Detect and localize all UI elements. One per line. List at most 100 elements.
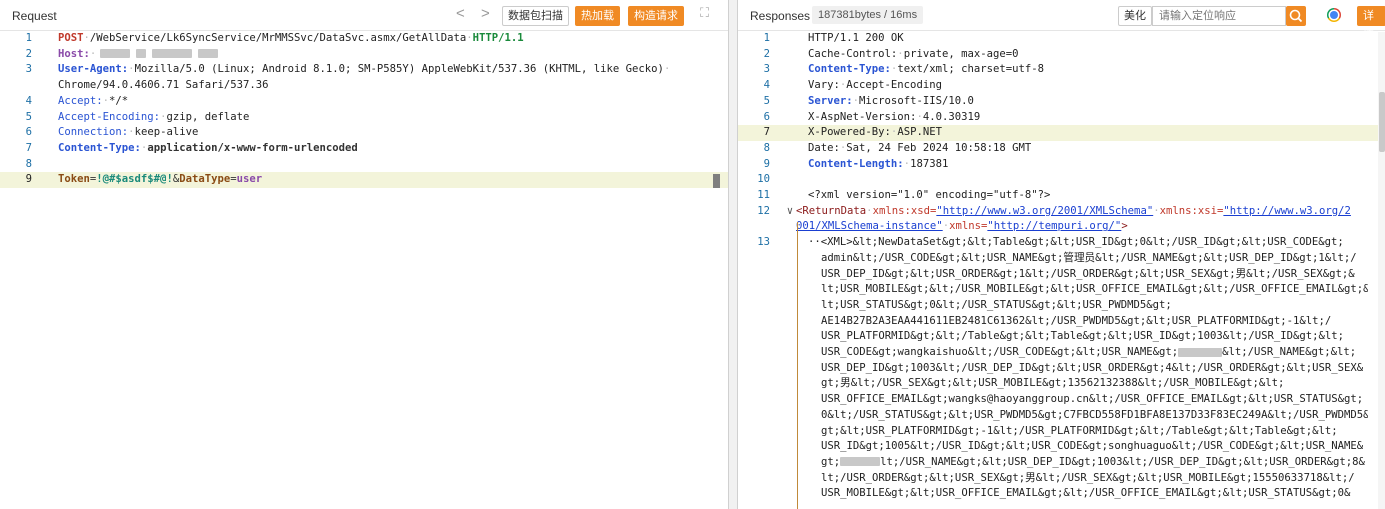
vertical-scrollbar[interactable]: [1378, 32, 1385, 509]
xml-body-line: admin&lt;/USR_CODE&gt;&lt;USR_NAME&gt;管理…: [821, 251, 1357, 264]
header-value: application/x-www-form-urlencoded: [147, 141, 358, 154]
body-param-key: Token: [58, 173, 90, 186]
response-toolbar: Responses 187381bytes / 16ms 美化 详情: [738, 0, 1385, 42]
header-key: Date:: [808, 141, 840, 154]
line-number: 6: [25, 126, 32, 139]
header-value: Microsoft-IIS/10.0: [859, 94, 974, 107]
code-line: 1 POST·/WebService/Lk6SyncService/MrMMSS…: [0, 31, 728, 47]
redacted-name: [840, 457, 881, 467]
line-number: 12: [757, 204, 770, 217]
xml-body-line: gt;男&lt;/USR_SEX&gt;&lt;USR_MOBILE&gt;13…: [821, 377, 1285, 390]
header-value: Sat, 24 Feb 2024 10:58:18 GMT: [846, 141, 1032, 154]
header-key: Accept:: [58, 94, 103, 107]
code-line: 2 Cache-Control:·private, max-age=0: [738, 47, 1385, 63]
code-line: 10: [738, 172, 1385, 188]
response-editor[interactable]: 1 HTTP/1.1 200 OK 2 Cache-Control:·private…: [738, 31, 1385, 509]
code-line: 6 Connection:·keep-alive: [0, 125, 728, 141]
header-key: Content-Type:: [58, 141, 141, 154]
header-key: X-AspNet-Version:: [808, 110, 917, 123]
xml-body-line: ··<XML>&lt;NewDataSet&gt;&lt;Table&gt;&l…: [808, 236, 1344, 249]
body-param-value: !@#$asdf$#@!: [96, 173, 173, 186]
line-number: 7: [763, 126, 770, 139]
xml-body-line: gt;: [821, 455, 841, 468]
header-value: keep-alive: [134, 126, 199, 139]
xml-body: ··<XML>&lt;NewDataSet&gt;&lt;Table&gt;&l…: [808, 235, 1368, 502]
xml-url[interactable]: "http://tempuri.org/": [987, 220, 1121, 232]
code-line: 8: [0, 157, 728, 173]
header-value: ASP.NET: [897, 126, 942, 139]
xml-body-line: USR_PLATFORMID&gt;&lt;/Table&gt;&lt;Tabl…: [821, 330, 1344, 343]
header-key: X-Powered-By:: [808, 126, 891, 139]
line-number: 9: [25, 173, 32, 186]
request-toolbar: Request < > 数据包扫描 热加载 构造请求 ⛶: [0, 0, 728, 31]
line-number: 1: [25, 32, 32, 44]
header-key: Host:: [58, 47, 90, 60]
xml-tag: <ReturnData: [796, 204, 867, 217]
chrome-icon[interactable]: [1327, 8, 1341, 22]
code-line: 12 ∨ <ReturnData·xmlns:xsd="http://www.w…: [738, 204, 1385, 235]
line-number: 4: [763, 79, 770, 92]
beautify-button[interactable]: 美化: [1118, 6, 1152, 26]
request-path: /WebService/Lk6SyncService/MrMMSSvc/Data…: [89, 32, 467, 44]
hot-load-button[interactable]: 热加载: [575, 6, 620, 26]
prev-arrow-icon[interactable]: <: [456, 5, 465, 23]
pane-splitter[interactable]: [729, 0, 737, 509]
header-value: 187381: [910, 157, 949, 170]
request-title: Request: [12, 9, 57, 23]
code-line: 3 Content-Type:·text/xml; charset=utf-8: [738, 62, 1385, 78]
search-button[interactable]: [1286, 6, 1306, 26]
xml-attr: xmlns=: [949, 220, 988, 233]
status-line: HTTP/1.1 200 OK: [808, 32, 904, 44]
next-arrow-icon[interactable]: >: [481, 5, 490, 23]
line-number: 7: [25, 141, 32, 154]
response-title: Responses: [750, 9, 811, 23]
header-key: Cache-Control:: [808, 47, 898, 60]
code-line-current: 7 X-Powered-By:·ASP.NET: [738, 125, 1385, 141]
redacted-host: [136, 49, 147, 59]
redacted-host: [152, 49, 193, 59]
header-value: Chrome/94.0.4606.71 Safari/537.36: [58, 79, 269, 92]
xml-body-line: lt;USR_MOBILE&gt;&lt;/USR_MOBILE&gt;&lt;…: [821, 283, 1368, 296]
line-number: 8: [763, 141, 770, 154]
header-value: gzip, deflate: [166, 110, 250, 123]
code-line: 3 User-Agent:·Mozilla/5.0 (Linux; Androi…: [0, 62, 728, 78]
scrollbar-thumb[interactable]: [1379, 92, 1385, 152]
line-number: 1: [763, 32, 770, 44]
line-number: 2: [25, 47, 32, 60]
xml-body-line: lt;/USR_NAME&gt;&lt;USR_DEP_ID&gt;1003&l…: [880, 455, 1365, 468]
xml-url[interactable]: "http://www.w3.org/2001/XMLSchema": [936, 205, 1153, 217]
xml-body-line: lt;/USR_ORDER&gt;&lt;USR_SEX&gt;男&lt;/US…: [821, 471, 1355, 484]
line-number: 9: [763, 157, 770, 170]
code-line: 4 Accept:·*/*: [0, 94, 728, 110]
details-button[interactable]: 详情: [1357, 6, 1385, 42]
line-number: 3: [25, 63, 32, 76]
code-line: 11 <?xml version="1.0" encoding="utf-8"?>: [738, 188, 1385, 204]
header-key: Accept-Encoding:: [58, 110, 161, 123]
code-line-current: 9 Token=!@#$asdf$#@!&DataType=user: [0, 172, 728, 189]
code-line: 8 Date:·Sat, 24 Feb 2024 10:58:18 GMT: [738, 141, 1385, 157]
xml-body-line: lt;USR_STATUS&gt;0&lt;/USR_STATUS&gt;&lt…: [821, 298, 1172, 311]
xml-tag: >: [1121, 220, 1128, 233]
packet-scan-button[interactable]: 数据包扫描: [502, 6, 569, 26]
header-key: Connection:: [58, 126, 129, 139]
header-value: text/xml; charset=utf-8: [897, 63, 1045, 76]
header-value: private, max-age=0: [903, 47, 1019, 60]
header-key: Server:: [808, 94, 853, 107]
code-line: 9 Content-Length:·187381: [738, 157, 1385, 173]
request-pane: Request < > 数据包扫描 热加载 构造请求 ⛶ 1 POST·/Web…: [0, 0, 729, 509]
locate-response-input[interactable]: [1152, 6, 1286, 26]
fold-chevron-icon[interactable]: ∨: [784, 204, 796, 235]
construct-request-button[interactable]: 构造请求: [628, 6, 684, 26]
line-number: 2: [763, 47, 770, 60]
expand-icon[interactable]: ⛶: [700, 5, 709, 21]
xml-body-line: USR_MOBILE&gt;&lt;USR_OFFICE_EMAIL&gt;&l…: [821, 487, 1351, 500]
line-number: 4: [25, 94, 32, 107]
http-method: POST: [58, 32, 84, 44]
header-key: Vary:: [808, 79, 840, 92]
request-editor[interactable]: 1 POST·/WebService/Lk6SyncService/MrMMSS…: [0, 31, 728, 509]
fold-guide-line: [797, 222, 798, 509]
redacted-name: [1178, 347, 1223, 357]
body-param-value: user: [236, 173, 263, 186]
code-line: 5 Server:·Microsoft-IIS/10.0: [738, 94, 1385, 110]
code-line: Chrome/94.0.4606.71 Safari/537.36: [0, 78, 728, 94]
